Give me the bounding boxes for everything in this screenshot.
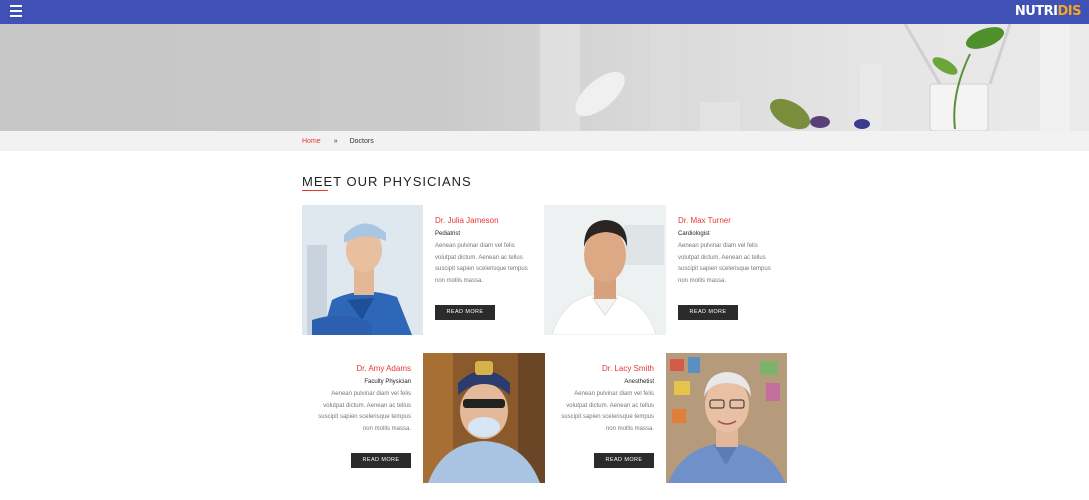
read-more-button[interactable]: READ MORE <box>678 305 738 320</box>
doctor-specialty: Pediatrist <box>435 231 461 237</box>
title-underline <box>302 190 328 191</box>
doctor-name[interactable]: Dr. Julia Jameson <box>435 216 499 226</box>
breadcrumb-separator: » <box>333 138 338 145</box>
doctor-bio: Aenean pulvinar diam vel felis volutpat … <box>435 243 528 284</box>
doctor-photo-max <box>544 205 666 335</box>
read-more-button[interactable]: READ MORE <box>351 453 411 468</box>
doctor-photo-lacy <box>666 353 787 483</box>
breadcrumb-bar: Home » Doctors <box>0 131 1089 151</box>
doctor-bio: Aenean pulvinar diam vel felis volutpat … <box>318 391 411 432</box>
doctor-name[interactable]: Dr. Lacy Smith <box>554 364 654 374</box>
doctor-name[interactable]: Dr. Amy Adams <box>311 364 411 374</box>
doctor-specialty: Cardiologist <box>678 231 710 237</box>
breadcrumb-current: Doctors <box>349 138 374 145</box>
lab-background-illustration <box>0 24 1089 131</box>
hamburger-menu-icon[interactable] <box>10 5 22 17</box>
doctor-photo-julia <box>302 205 423 335</box>
doctor-specialty: Faculty Physician <box>364 379 411 385</box>
breadcrumb: Home » Doctors <box>302 137 374 146</box>
hero-banner-image <box>0 24 1089 131</box>
breadcrumb-home-link[interactable]: Home <box>302 137 321 146</box>
read-more-button[interactable]: READ MORE <box>594 453 654 468</box>
doctor-name[interactable]: Dr. Max Turner <box>678 216 731 226</box>
top-navbar: NUTRIDIS <box>0 0 1089 24</box>
read-more-button[interactable]: READ MORE <box>435 305 495 320</box>
doctor-photo-amy <box>423 353 545 483</box>
doctor-bio: Aenean pulvinar diam vel felis volutpat … <box>561 391 654 432</box>
doctor-bio: Aenean pulvinar diam vel felis volutpat … <box>678 243 771 284</box>
site-logo[interactable]: NUTRIDIS <box>1015 4 1082 20</box>
section-title: MEET OUR PHYSICIANS <box>302 174 472 189</box>
doctor-specialty: Anesthetist <box>624 379 654 385</box>
